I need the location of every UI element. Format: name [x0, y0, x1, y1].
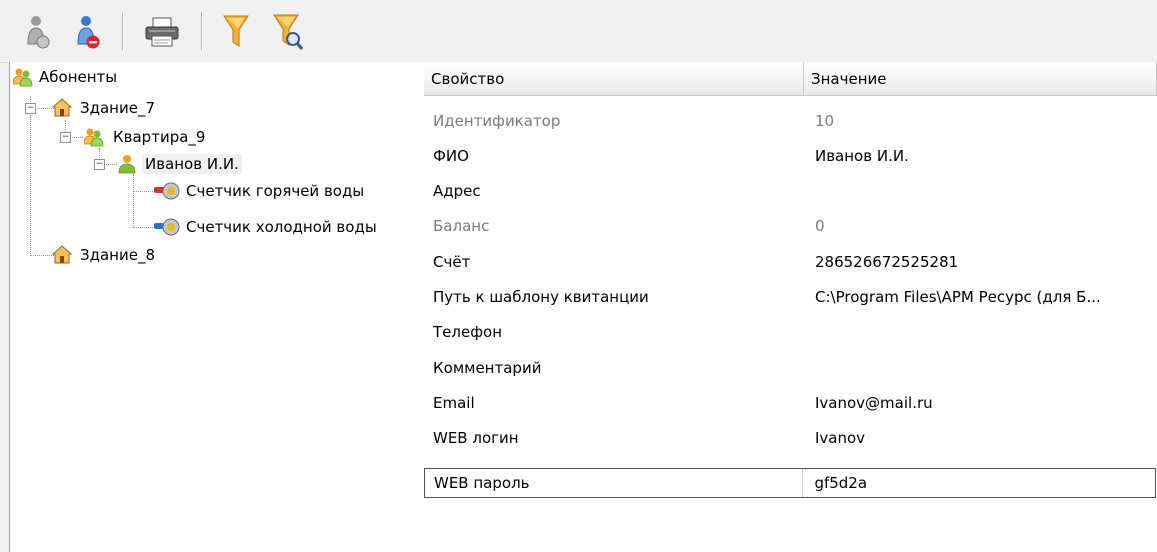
property-row[interactable]: Баланс 0 — [424, 209, 1157, 243]
property-row[interactable]: Счёт 286526672525281 — [424, 245, 1157, 279]
property-row[interactable]: Идентификатор 10 — [424, 104, 1157, 138]
grid-header: Свойство Значение — [424, 62, 1157, 96]
user-remove-icon — [77, 16, 100, 49]
property-name: Комментарий — [433, 359, 542, 377]
property-name: Счёт — [433, 253, 471, 271]
column-header-value[interactable]: Значение — [804, 62, 1157, 96]
tree-node-label: Абоненты — [39, 68, 118, 86]
property-name: WEB логин — [433, 429, 519, 447]
property-row-selected[interactable]: WEB пароль gf5d2a — [424, 468, 1156, 498]
property-value: Иванов И.И. — [815, 147, 909, 165]
tree-connector — [133, 174, 134, 228]
tree-node-label: Квартира_9 — [113, 128, 206, 146]
user-gray-icon — [27, 16, 50, 49]
property-value: 286526672525281 — [815, 253, 959, 271]
property-name: Телефон — [433, 323, 503, 341]
collapse-toggle[interactable]: − — [94, 159, 105, 170]
tree-node-label: Счетчик горячей воды — [186, 182, 365, 200]
filter-search-button[interactable] — [270, 10, 306, 54]
tree-node-building-8[interactable]: Здание_8 — [52, 242, 158, 268]
property-row[interactable]: ФИО Иванов И.И. — [424, 139, 1157, 173]
property-name: Адрес — [433, 182, 481, 200]
property-value: 10 — [815, 112, 835, 130]
add-user-button[interactable] — [20, 10, 56, 54]
property-value: C:\Program Files\АРМ Ресурс (для Б... — [815, 288, 1101, 306]
tree-connector — [133, 191, 153, 192]
toolbar-separator — [122, 12, 123, 50]
tree-connector — [133, 227, 153, 228]
user-icon — [118, 155, 136, 174]
tree-node-root[interactable]: Абоненты — [13, 64, 120, 90]
property-row[interactable]: Путь к шаблону квитанции C:\Program File… — [424, 280, 1157, 314]
tree-node-person[interactable]: Иванов И.И. — [118, 151, 242, 177]
property-name: Идентификатор — [433, 112, 561, 130]
property-name: ФИО — [433, 147, 469, 165]
property-row[interactable]: Телефон — [424, 315, 1157, 349]
property-grid: Свойство Значение Идентификатор 10 ФИО И… — [424, 62, 1157, 552]
print-button[interactable] — [144, 10, 180, 54]
printer-icon — [145, 17, 179, 47]
hot-water-meter-icon — [154, 182, 180, 200]
cold-water-meter-icon — [154, 218, 180, 236]
column-header-property[interactable]: Свойство — [424, 62, 804, 96]
property-name: WEB пароль — [425, 469, 804, 497]
property-value: 0 — [815, 217, 825, 235]
property-name: Путь к шаблону квитанции — [433, 288, 649, 306]
tree-node-label: Здание_7 — [80, 99, 156, 117]
property-row[interactable]: WEB логин Ivanov — [424, 421, 1157, 455]
funnel-search-icon — [273, 14, 304, 50]
property-row[interactable]: Email Ivanov@mail.ru — [424, 386, 1157, 420]
toolbar-separator — [201, 12, 202, 50]
property-name: Баланс — [433, 217, 490, 235]
users-group-icon — [84, 128, 104, 147]
tree-node-label: Здание_8 — [80, 246, 156, 264]
property-name: Email — [433, 394, 475, 412]
tree-node-label: Иванов И.И. — [142, 154, 242, 174]
users-group-icon — [13, 68, 33, 87]
tree-node-label: Счетчик холодной воды — [186, 218, 377, 236]
tree-node-hot-meter[interactable]: Счетчик горячей воды — [153, 178, 367, 204]
collapse-toggle[interactable]: − — [60, 132, 71, 143]
funnel-icon — [223, 15, 249, 47]
remove-user-button[interactable] — [70, 10, 106, 54]
property-value: gf5d2a — [814, 474, 868, 492]
toolbar — [0, 0, 1157, 63]
tree-node-building-7[interactable]: Здание_7 — [52, 95, 158, 121]
tree-node-cold-meter[interactable]: Счетчик холодной воды — [153, 214, 380, 240]
tree-node-apartment-9[interactable]: Квартира_9 — [84, 124, 208, 150]
house-icon — [52, 98, 72, 117]
property-row[interactable]: Комментарий — [424, 351, 1157, 385]
property-value: Ivanov — [815, 429, 866, 447]
collapse-toggle[interactable]: − — [25, 103, 36, 114]
property-value: Ivanov@mail.ru — [815, 394, 933, 412]
filter-button[interactable] — [218, 10, 254, 54]
subscriber-tree: Абоненты − Здание_7 − Квартира_9 − Ивано… — [9, 62, 425, 552]
tree-connector — [30, 255, 54, 256]
tree-connector — [30, 96, 31, 256]
property-row[interactable]: Адрес — [424, 174, 1157, 208]
house-icon — [52, 245, 72, 264]
